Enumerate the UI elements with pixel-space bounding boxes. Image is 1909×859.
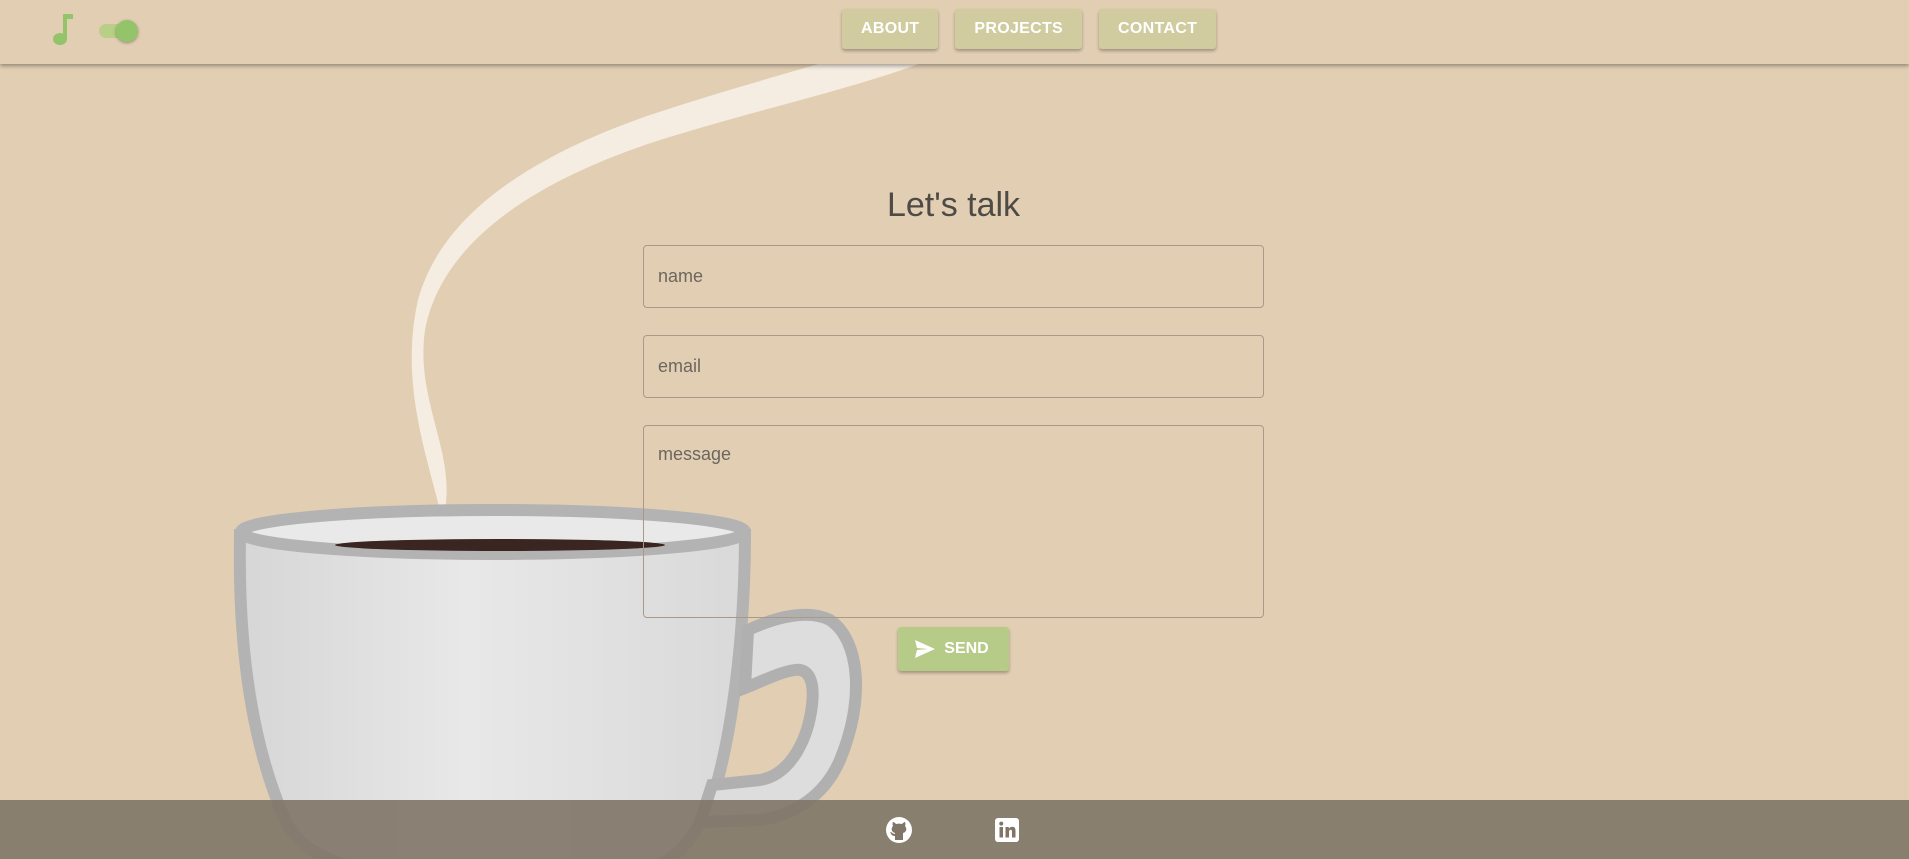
nav-about-button[interactable]: ABOUT (842, 9, 939, 49)
email-input[interactable] (643, 335, 1264, 398)
footer (0, 800, 1909, 859)
music-note-icon[interactable] (50, 12, 76, 46)
coffee-surface (335, 539, 665, 551)
send-button-label: SEND (944, 640, 989, 657)
nav-projects-button[interactable]: PROJECTS (955, 9, 1083, 49)
github-icon[interactable] (885, 816, 913, 844)
contact-form: Let's talk SEND (643, 180, 1264, 671)
linkedin-icon[interactable] (993, 816, 1021, 844)
main-nav: ABOUT PROJECTS CONTACT (842, 9, 1217, 49)
contact-title: Let's talk (886, 186, 1021, 224)
top-navigation-bar: ABOUT PROJECTS CONTACT (0, 0, 1909, 64)
toggle-thumb (116, 20, 138, 42)
send-button[interactable]: SEND (898, 627, 1009, 671)
nav-contact-button[interactable]: CONTACT (1099, 9, 1217, 49)
send-icon (915, 640, 936, 658)
music-toggle-switch[interactable] (97, 19, 141, 42)
name-input[interactable] (643, 245, 1264, 308)
page: ABOUT PROJECTS CONTACT Let's talk SEND (0, 0, 1909, 859)
message-textarea[interactable] (643, 425, 1264, 618)
